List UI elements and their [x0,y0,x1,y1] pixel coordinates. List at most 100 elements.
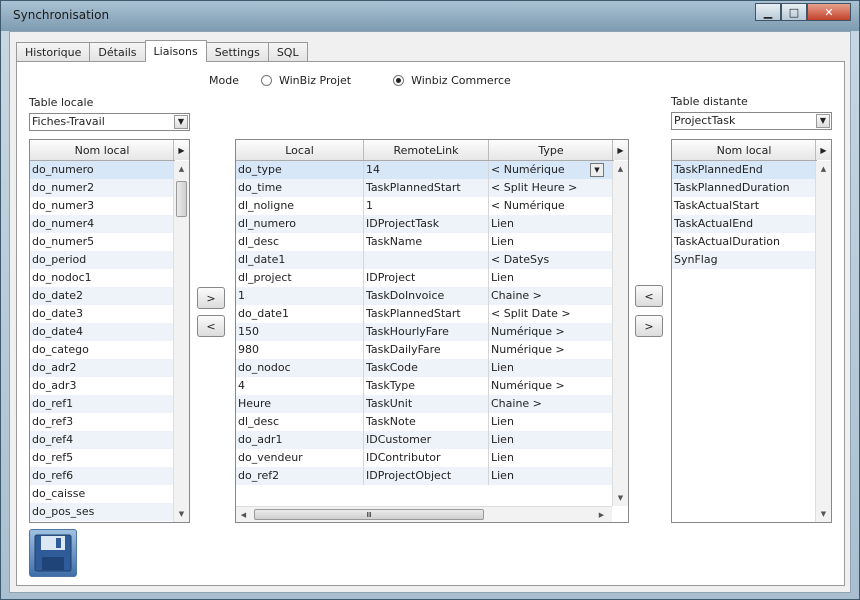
table-row[interactable]: 150 TaskHourlyFare Numérique > [236,323,614,341]
table-locale-select[interactable]: Fiches-Travail ▼ [29,113,190,131]
col-nom-local[interactable]: Nom local [30,140,175,160]
local-cell: do_ref2 [236,467,364,485]
mode-winbiz-commerce-radio[interactable] [393,75,405,86]
list-item[interactable]: do_ref6 [30,467,175,485]
add-mapping-button[interactable]: > [197,287,225,309]
col-local[interactable]: Local [236,140,364,160]
remotelink-cell: TaskDailyFare [364,341,489,359]
list-item[interactable]: TaskActualEnd [672,215,817,233]
header-more-icon[interactable]: ▶ [173,140,189,160]
col-type[interactable]: Type [489,140,614,160]
table-row[interactable]: do_time TaskPlannedStart < Split Heure > [236,179,614,197]
maximize-button[interactable]: □ [781,3,807,21]
list-item[interactable]: do_period [30,251,175,269]
scroll-thumb[interactable] [176,181,187,217]
mapping-grid[interactable]: Local RemoteLink Type ▶ do_type 14 < Numér… [235,139,629,523]
type-cell: Lien [489,233,614,251]
hscroll-thumb[interactable]: Ⅲ [254,509,484,520]
table-row[interactable]: Heure TaskUnit Chaine > [236,395,614,413]
table-row[interactable]: dl_desc TaskNote Lien [236,413,614,431]
list-item[interactable]: TaskPlannedDuration [672,179,817,197]
remove-mapping-button[interactable]: < [197,315,225,337]
remotelink-cell: TaskCode [364,359,489,377]
col-remotelink[interactable]: RemoteLink [364,140,489,160]
scroll-up-icon[interactable]: ▲ [816,161,831,177]
scroll-down-icon[interactable]: ▼ [174,506,189,522]
table-row[interactable]: dl_date1 < DateSys [236,251,614,269]
local-fields-vscroll[interactable]: ▲ ▼ [173,161,189,522]
scroll-left-icon[interactable]: ◀ [236,507,251,522]
table-row[interactable]: 1 TaskDoInvoice Chaine > [236,287,614,305]
list-item[interactable]: do_numer3 [30,197,175,215]
list-item[interactable]: do_numer2 [30,179,175,197]
list-item[interactable]: do_ref4 [30,431,175,449]
list-item[interactable]: do_adr3 [30,377,175,395]
dropdown-arrow-icon[interactable]: ▼ [174,115,188,129]
type-cell: Lien [489,269,614,287]
list-item[interactable]: do_numer4 [30,215,175,233]
list-item[interactable]: do_catego [30,341,175,359]
col-nom-local-remote[interactable]: Nom local [672,140,817,160]
table-row[interactable]: do_date1 TaskPlannedStart < Split Date > [236,305,614,323]
local-cell: do_time [236,179,364,197]
tab-settings[interactable]: Settings [205,42,269,62]
table-row[interactable]: do_ref2 IDProjectObject Lien [236,467,614,485]
mapping-vscroll[interactable]: ▲ ▼ [612,161,628,506]
mode-winbiz-projet-radio[interactable] [260,75,272,86]
list-item[interactable]: do_ref1 [30,395,175,413]
table-row[interactable]: dl_desc TaskName Lien [236,233,614,251]
table-row[interactable]: dl_numero IDProjectTask Lien [236,215,614,233]
list-item[interactable]: do_adr2 [30,359,175,377]
list-item[interactable]: do_nodoc1 [30,269,175,287]
table-row[interactable]: do_type 14 < Numérique ▼ [236,161,614,179]
save-button[interactable] [29,529,77,577]
list-item[interactable]: SynFlag [672,251,817,269]
minimize-button[interactable]: ▁ [755,3,781,21]
list-item[interactable]: do_caisse [30,485,175,503]
list-item[interactable]: do_date2 [30,287,175,305]
list-item[interactable]: do_numer5 [30,233,175,251]
table-row[interactable]: dl_project IDProject Lien [236,269,614,287]
title-bar[interactable]: Synchronisation ▁ □ ✕ [1,1,859,31]
list-item[interactable]: TaskPlannedEnd [672,161,817,179]
close-button[interactable]: ✕ [807,3,851,21]
right-remove-button[interactable]: > [635,315,663,337]
scroll-down-icon[interactable]: ▼ [613,490,628,506]
table-row[interactable]: do_adr1 IDCustomer Lien [236,431,614,449]
table-row[interactable]: do_vendeur IDContributor Lien [236,449,614,467]
list-item[interactable]: TaskActualStart [672,197,817,215]
scroll-down-icon[interactable]: ▼ [816,506,831,522]
tab-sql[interactable]: SQL [267,42,308,62]
header-more-icon[interactable]: ▶ [815,140,831,160]
list-item[interactable]: do_date3 [30,305,175,323]
remote-fields-vscroll[interactable]: ▲ ▼ [815,161,831,522]
remote-fields-list[interactable]: Nom local ▶ TaskPlannedEnd TaskPlannedDur… [671,139,832,523]
field-name: SynFlag [672,251,817,269]
scroll-up-icon[interactable]: ▲ [174,161,189,177]
local-fields-list[interactable]: Nom local ▶ do_numero do_numer2 do_numer3 d… [29,139,190,523]
scroll-up-icon[interactable]: ▲ [613,161,628,177]
right-add-button[interactable]: < [635,285,663,307]
table-row[interactable]: dl_noligne 1 < Numérique [236,197,614,215]
tab-liaisons[interactable]: Liaisons [144,40,207,62]
local-cell: 1 [236,287,364,305]
tab-historique[interactable]: Historique [16,42,91,62]
list-item[interactable]: do_date4 [30,323,175,341]
scroll-right-icon[interactable]: ▶ [594,507,609,522]
list-item[interactable]: do_ref3 [30,413,175,431]
list-item[interactable]: do_pos_ses [30,503,175,521]
list-item[interactable]: TaskActualDuration [672,233,817,251]
local-fields-rows: do_numero do_numer2 do_numer3 do_numer4 do_n… [30,161,175,521]
table-distante-select[interactable]: ProjectTask ▼ [671,112,832,130]
mapping-hscroll[interactable]: ◀ Ⅲ ▶ [236,506,612,522]
header-more-icon[interactable]: ▶ [612,140,628,160]
table-row[interactable]: 980 TaskDailyFare Numérique > [236,341,614,359]
list-item[interactable]: do_ref5 [30,449,175,467]
table-row[interactable]: 4 TaskType Numérique > [236,377,614,395]
tab-details[interactable]: Détails [89,42,146,62]
list-item[interactable]: do_numero [30,161,175,179]
type-dropdown-icon[interactable]: ▼ [590,163,604,177]
table-row[interactable]: do_nodoc TaskCode Lien [236,359,614,377]
field-name: do_caisse [30,485,175,503]
dropdown-arrow-icon[interactable]: ▼ [816,114,830,128]
